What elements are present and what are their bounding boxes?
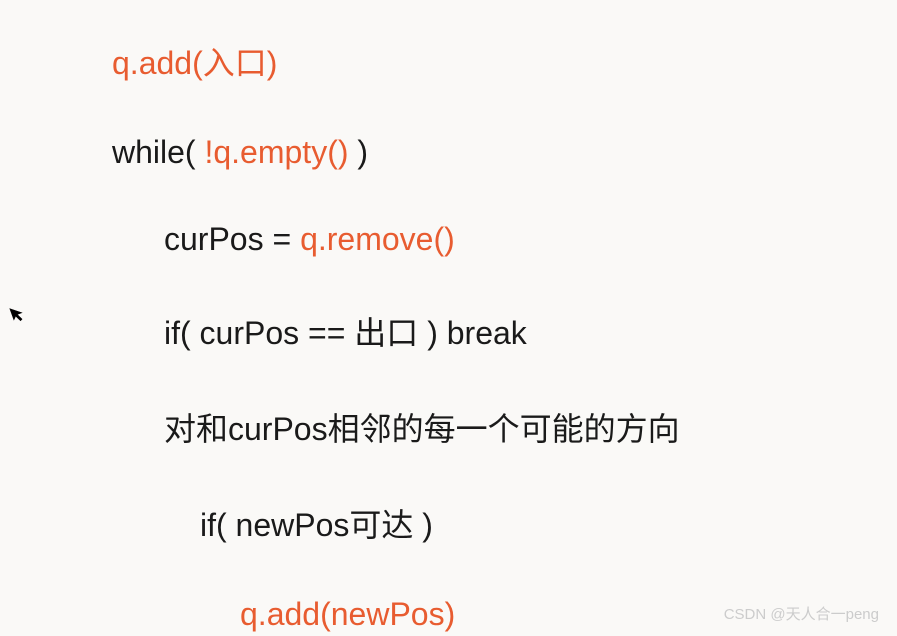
code-text: q.add(入口) (112, 45, 277, 81)
code-text: ) (349, 134, 369, 170)
code-line-4: if( curPos == 出口 ) break (112, 308, 897, 354)
code-text: q.remove() (300, 221, 455, 257)
code-line-1: q.add(入口) (112, 38, 897, 84)
code-text: if( curPos == 出口 ) break (164, 315, 527, 351)
code-line-5: 对和curPos相邻的每一个可能的方向 (112, 404, 897, 450)
code-line-2: while( !q.empty() ) (112, 134, 897, 171)
code-text: while( (112, 134, 204, 170)
pseudocode-block: q.add(入口) while( !q.empty() ) curPos = q… (0, 0, 897, 633)
watermark-text: CSDN @天人合一peng (724, 603, 879, 624)
code-text: q.add(newPos) (240, 596, 455, 632)
code-text: !q.empty() (204, 134, 348, 170)
code-text: curPos = (164, 221, 300, 257)
code-line-6: if( newPos可达 ) (112, 500, 897, 546)
code-text: if( newPos可达 ) (200, 507, 433, 543)
code-line-3: curPos = q.remove() (112, 221, 897, 258)
code-text: 对和curPos相邻的每一个可能的方向 (164, 411, 680, 447)
